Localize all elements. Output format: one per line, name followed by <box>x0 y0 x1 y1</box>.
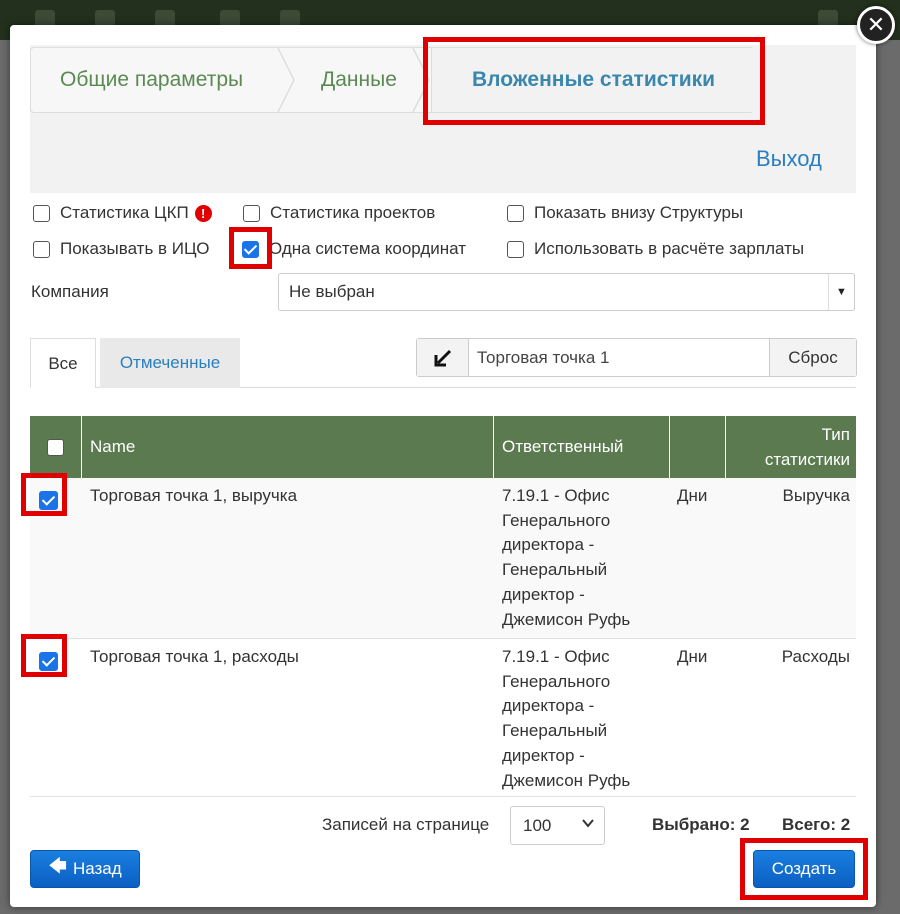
responsible-line: 7.19.1 - Офис <box>502 486 610 505</box>
row-select-cell <box>39 649 58 674</box>
company-select-value: Не выбран <box>289 282 375 301</box>
chevron-right-icon <box>411 48 431 112</box>
header-type-line: статистики <box>764 450 850 469</box>
create-button[interactable]: Создать <box>753 850 855 888</box>
responsible-line: Генерального <box>502 671 611 691</box>
table-row[interactable]: Торговая точка 1, выручка 7.19.1 - Офис … <box>30 478 856 639</box>
checkbox[interactable] <box>33 240 50 258</box>
company-select[interactable]: Не выбран ▼ <box>278 273 855 311</box>
exclamation-circle-icon: ! <box>194 204 212 222</box>
option-use-salary[interactable]: Использовать в расчёте зарплаты <box>507 239 804 259</box>
exit-link[interactable]: Выход <box>756 146 822 172</box>
table-header: Name Ответственный Тип статистики <box>30 416 856 478</box>
header-type-line: Тип <box>821 425 850 444</box>
header-period <box>670 416 726 478</box>
table-row[interactable]: Торговая точка 1, расходы 7.19.1 - Офис … <box>30 639 856 797</box>
responsible-line: Генерального <box>502 510 611 530</box>
row-type: Выручка <box>782 486 850 505</box>
chevron-right-icon <box>276 48 296 112</box>
step-general-params[interactable]: Общие параметры <box>60 48 243 112</box>
row-responsible: 7.19.1 - Офис Генерального директора - Г… <box>502 484 662 632</box>
per-page-select[interactable]: 100 <box>510 806 605 845</box>
close-icon[interactable]: ✕ <box>857 6 895 44</box>
option-label: Показать внизу Структуры <box>534 203 744 222</box>
row-checkbox-checked[interactable] <box>39 490 58 510</box>
back-button[interactable]: 🡄 Назад <box>30 850 140 888</box>
checkbox[interactable] <box>507 204 524 222</box>
option-stat-projects[interactable]: Статистика проектов <box>243 203 435 223</box>
responsible-line: Джемисон Руфь <box>502 609 631 629</box>
row-checkbox-checked[interactable] <box>39 651 58 671</box>
tab-marked[interactable]: Отмеченные <box>100 338 240 388</box>
row-name: Торговая точка 1, расходы <box>90 647 299 666</box>
arrow-left-icon: 🡄 <box>48 856 67 876</box>
option-label: Статистика проектов <box>270 203 436 222</box>
option-one-coords[interactable]: Одна система координат <box>242 239 466 259</box>
header-name[interactable]: Name <box>82 416 494 478</box>
caret-down-icon[interactable]: ▼ <box>828 274 854 310</box>
row-responsible: 7.19.1 - Офис Генерального директора - Г… <box>502 645 662 793</box>
tab-all[interactable]: Все <box>30 338 96 388</box>
per-page-value: 100 <box>523 816 552 835</box>
responsible-line: директора - <box>502 696 595 716</box>
wizard-header: Общие параметры Данные Вложенные статист… <box>30 45 856 193</box>
arrow-down-left-icon[interactable] <box>417 339 469 376</box>
wizard-steps: Общие параметры Данные Вложенные статист… <box>30 47 754 113</box>
back-label: Назад <box>72 859 122 878</box>
step-nested-statistics[interactable]: Вложенные статистики <box>472 48 715 112</box>
row-name: Торговая точка 1, выручка <box>90 486 298 505</box>
checkbox[interactable] <box>243 204 260 222</box>
responsible-line: директора - <box>502 535 595 555</box>
option-stat-ckp[interactable]: Статистика ЦКП ! <box>33 203 212 223</box>
checkbox[interactable] <box>33 204 50 222</box>
per-page-label: Записей на странице <box>322 815 490 834</box>
search-input[interactable]: Торговая точка 1 <box>477 348 609 368</box>
option-label: Показывать в ИЦО <box>60 239 210 258</box>
responsible-line: Генеральный <box>502 560 608 580</box>
responsible-line: Генеральный <box>502 721 608 741</box>
row-type: Расходы <box>781 647 850 666</box>
responsible-line: директор - <box>502 745 585 765</box>
statistics-table: Name Ответственный Тип статистики Торгов… <box>30 416 856 797</box>
option-show-ico[interactable]: Показывать в ИЦО <box>33 239 209 259</box>
row-period: Дни <box>677 647 708 666</box>
total-count: Всего: 2 <box>782 815 851 834</box>
checkbox-checked[interactable] <box>242 240 259 258</box>
option-label: Одна система координат <box>269 239 467 258</box>
header-type[interactable]: Тип статистики <box>726 416 856 478</box>
row-select-cell <box>39 488 58 513</box>
company-label: Компания <box>31 282 109 301</box>
responsible-line: Джемисон Руфь <box>502 770 631 790</box>
chevron-down-icon <box>582 817 594 832</box>
search-group: Торговая точка 1 Сброс <box>416 338 857 377</box>
step-data[interactable]: Данные <box>321 48 397 112</box>
header-responsible[interactable]: Ответственный <box>494 416 670 478</box>
selected-count: Выбрано: 2 <box>652 815 750 834</box>
checkbox[interactable] <box>507 240 524 258</box>
select-all-cell <box>30 416 82 478</box>
row-period: Дни <box>677 486 708 505</box>
responsible-line: директор - <box>502 584 585 604</box>
reset-button[interactable]: Сброс <box>769 339 856 376</box>
create-statistic-dialog: Общие параметры Данные Вложенные статист… <box>10 25 876 907</box>
option-label: Использовать в расчёте зарплаты <box>534 239 805 258</box>
option-show-structure[interactable]: Показать внизу Структуры <box>507 203 743 223</box>
select-all-checkbox[interactable] <box>47 438 64 456</box>
option-label: Статистика ЦКП <box>60 203 189 222</box>
responsible-line: 7.19.1 - Офис <box>502 647 610 666</box>
